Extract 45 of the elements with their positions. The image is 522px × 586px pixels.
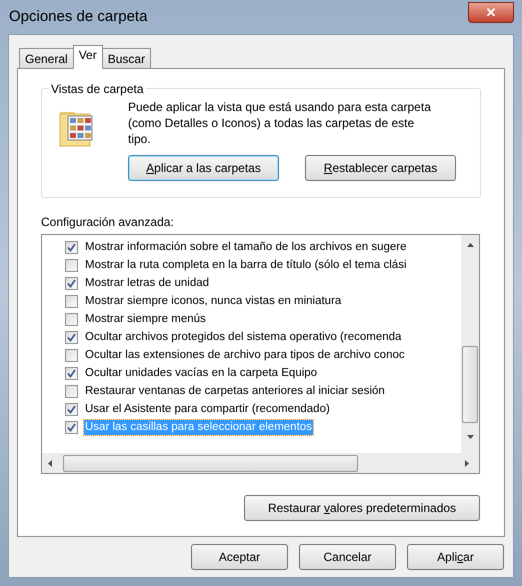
setting-label[interactable]: Ocultar unidades vacías en la carpeta Equipo <box>84 366 318 380</box>
setting-label[interactable]: Mostrar letras de unidad <box>84 276 210 290</box>
check-icon <box>67 242 76 252</box>
scroll-right-icon[interactable] <box>465 460 469 466</box>
setting-label[interactable]: Restaurar ventanas de carpetas anteriores al iniciar sesión <box>84 384 386 398</box>
dialog-button[interactable]: Aceptar <box>191 544 288 570</box>
tab[interactable]: Ver <box>72 45 103 69</box>
description: Puede aplicar la vista que está usando para esta carpeta (como Detalles o Iconos) a todas las carpetas de este tipo. <box>128 99 432 147</box>
tab[interactable]: Buscar <box>102 48 152 69</box>
scroll-down-icon[interactable] <box>466 435 474 439</box>
setting-label[interactable]: Mostrar información sobre el tamaño de los archivos en sugere <box>84 240 408 254</box>
scroll-up-icon[interactable] <box>466 243 474 247</box>
check-icon <box>67 368 76 378</box>
dialog-button[interactable]: Aplicar <box>407 544 504 570</box>
checkbox[interactable] <box>65 420 78 434</box>
folder-action-button[interactable]: Restablecer carpetas <box>305 155 456 181</box>
checkbox[interactable] <box>65 312 78 326</box>
scroll-thumb[interactable] <box>462 346 478 423</box>
scroll-thumb[interactable] <box>63 454 358 472</box>
checkbox[interactable] <box>65 348 78 362</box>
folder-action-button[interactable]: Aplicar a las carpetas <box>128 155 279 181</box>
checkbox[interactable] <box>65 240 78 254</box>
check-icon <box>67 278 76 288</box>
checkbox[interactable] <box>65 402 78 416</box>
checkbox[interactable] <box>65 384 78 398</box>
scroll-left-icon[interactable] <box>48 460 52 466</box>
dialog-button[interactable]: Cancelar <box>299 544 396 570</box>
restore-defaults-button[interactable]: Restaurar valores predeterminados <box>244 495 480 521</box>
checkbox[interactable] <box>65 258 78 272</box>
section-label: Configuración avanzada: <box>41 214 175 231</box>
checkbox[interactable] <box>65 330 78 344</box>
setting-label[interactable]: Usar el Asistente para compartir (recomendado) <box>84 402 331 416</box>
setting-label[interactable]: Mostrar la ruta completa en la barra de título (sólo el tema clási <box>84 258 408 272</box>
setting-label[interactable]: Ocultar las extensiones de archivo para tipos de archivo conoc <box>84 348 406 362</box>
check-icon <box>67 332 76 342</box>
window-title: Opciones de carpeta <box>9 7 148 28</box>
checkbox[interactable] <box>65 366 78 380</box>
vertical-scrollbar[interactable] <box>461 235 479 455</box>
setting-label[interactable]: Mostrar siempre menús <box>84 312 207 326</box>
setting-label[interactable]: Ocultar archivos protegidos del sistema operativo (recomenda <box>84 330 402 344</box>
setting-label[interactable]: Mostrar siempre iconos, nunca vistas en miniatura <box>84 294 342 308</box>
checkbox[interactable] <box>65 276 78 290</box>
tab[interactable]: General <box>19 48 74 69</box>
horizontal-scrollbar[interactable] <box>42 453 479 473</box>
checkbox[interactable] <box>65 294 78 308</box>
